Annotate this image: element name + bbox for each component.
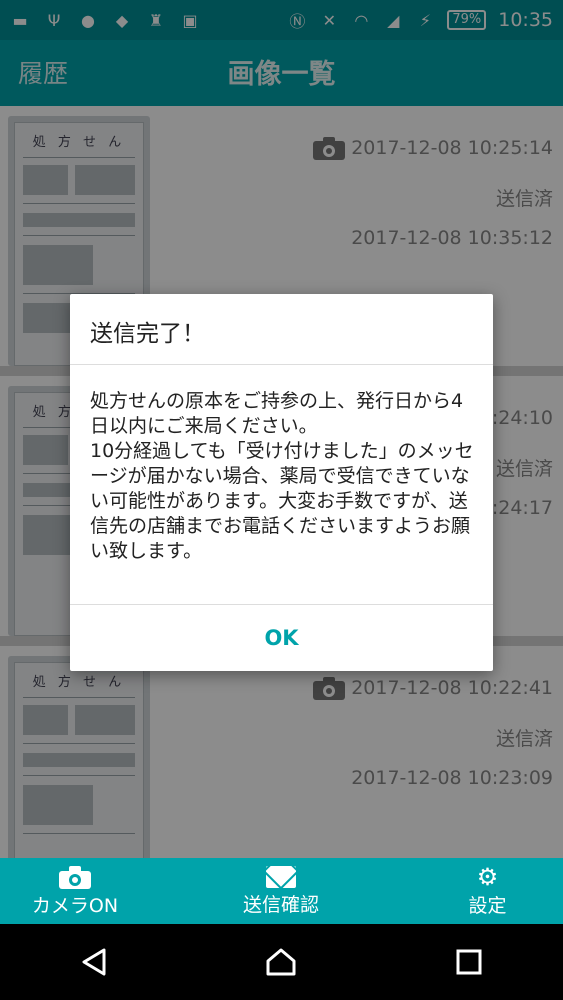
tab-camera-label: カメラON — [31, 894, 119, 917]
tab-settings-label: 設定 — [468, 894, 507, 917]
tab-settings[interactable]: ⚙ 設定 — [430, 858, 545, 924]
back-button[interactable] — [74, 942, 114, 982]
send-complete-dialog: 送信完了！ 処方せんの原本をご持参の上、発行日から4日以内にご来局ください。 1… — [70, 294, 493, 671]
bottom-tab-bar: カメラON 送信確認 ⚙ 設定 — [0, 858, 563, 924]
recents-icon — [456, 949, 482, 975]
dialog-divider — [70, 364, 493, 365]
recents-button[interactable] — [449, 942, 489, 982]
tab-send-confirm[interactable]: 送信確認 — [206, 858, 356, 924]
home-button[interactable] — [261, 942, 301, 982]
dialog-message: 処方せんの原本をご持参の上、発行日から4日以内にご来局ください。 10分経過して… — [90, 390, 474, 562]
home-icon — [266, 948, 296, 976]
back-icon — [82, 948, 106, 976]
mail-icon — [266, 865, 296, 888]
navigation-bar — [0, 924, 563, 1000]
tab-camera[interactable]: カメラON — [0, 858, 150, 924]
gear-icon: ⚙ — [476, 862, 499, 891]
tab-send-confirm-label: 送信確認 — [242, 893, 319, 916]
camera-icon — [59, 865, 91, 889]
dialog-title: 送信完了！ — [90, 321, 205, 347]
ok-button[interactable]: OK — [70, 605, 493, 671]
